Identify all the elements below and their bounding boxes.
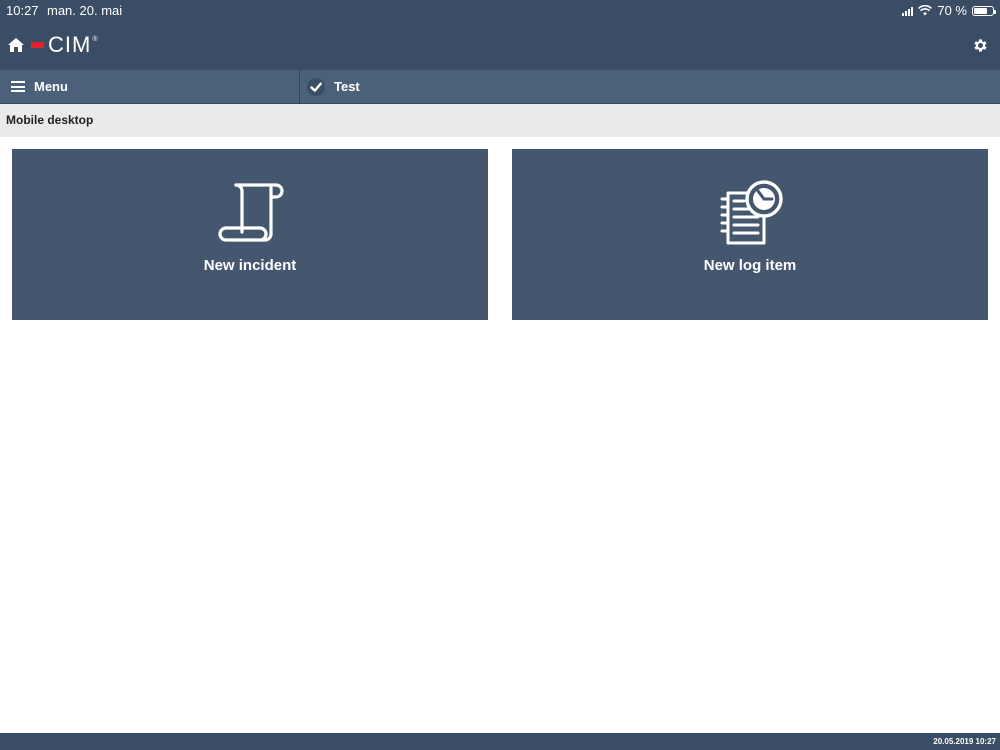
- battery-percent: 70 %: [937, 3, 967, 18]
- test-label: Test: [334, 79, 360, 94]
- page-title: Mobile desktop: [6, 113, 94, 127]
- test-tab[interactable]: Test: [302, 70, 998, 103]
- menu-label: Menu: [34, 79, 68, 94]
- menu-button[interactable]: Menu: [2, 70, 300, 103]
- logo-accent: [31, 42, 44, 48]
- breadcrumb: Mobile desktop: [0, 104, 1000, 137]
- wifi-icon: [918, 5, 933, 16]
- scroll-icon: [218, 183, 284, 242]
- home-icon[interactable]: [7, 37, 25, 53]
- battery-icon: [972, 5, 996, 16]
- check-icon: [307, 77, 325, 96]
- status-date: man. 20. mai: [47, 3, 123, 18]
- cim-logo: CIM ®: [31, 32, 98, 57]
- gear-icon[interactable]: [972, 37, 989, 54]
- new-incident-label: New incident: [203, 257, 297, 274]
- signal-icon: [902, 6, 914, 16]
- hamburger-icon: [11, 81, 25, 92]
- top-header: 10:27 man. 20. mai 70 % CIM ®: [0, 0, 1000, 70]
- nav-bar: Menu Test: [0, 70, 1000, 104]
- new-log-item-label: New log item: [703, 257, 797, 274]
- new-log-item-tile[interactable]: New log item: [512, 149, 988, 320]
- logo-registered-mark: ®: [92, 36, 98, 43]
- log-clock-icon: [720, 180, 783, 245]
- status-indicators: 70 %: [902, 3, 996, 18]
- logo-text: CIM: [48, 32, 92, 57]
- footer-timestamp: 20.05.2019 10:27: [933, 737, 996, 746]
- footer-bar: 20.05.2019 10:27: [0, 733, 1000, 750]
- new-incident-tile[interactable]: New incident: [12, 149, 488, 320]
- status-bar: 10:27 man. 20. mai 70 %: [0, 0, 1000, 20]
- status-time: 10:27: [6, 3, 39, 18]
